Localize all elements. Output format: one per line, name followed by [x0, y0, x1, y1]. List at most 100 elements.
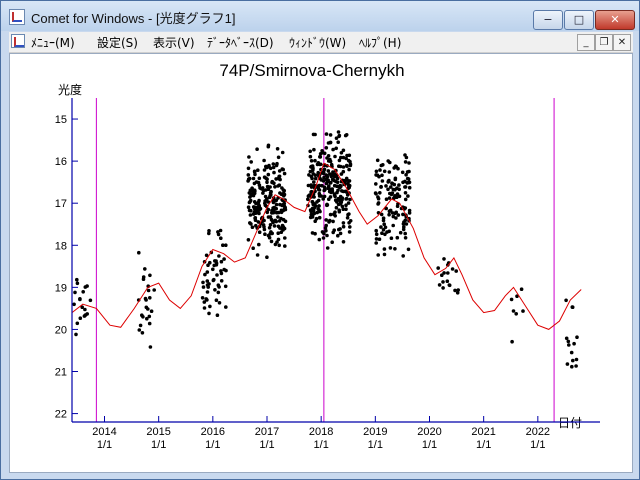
- data-point: [283, 207, 288, 212]
- data-point: [309, 159, 314, 163]
- data-point: [389, 236, 394, 240]
- data-point: [324, 223, 329, 228]
- data-point: [222, 257, 226, 261]
- data-point: [253, 172, 257, 177]
- data-point: [521, 309, 525, 313]
- data-point: [201, 280, 205, 285]
- data-point: [268, 223, 273, 227]
- data-point: [376, 202, 380, 206]
- mdi-restore-button[interactable]: ❐: [595, 34, 613, 51]
- data-point: [281, 191, 286, 196]
- data-point: [270, 208, 274, 213]
- data-point: [388, 246, 393, 250]
- data-point: [308, 149, 313, 154]
- data-point: [384, 197, 389, 201]
- data-point: [219, 259, 224, 264]
- data-point: [253, 189, 257, 193]
- data-point: [374, 169, 379, 174]
- menu-window[interactable]: ｳｨﾝﾄﾞｳ(W): [289, 34, 346, 51]
- data-point: [378, 191, 382, 195]
- data-point: [315, 210, 320, 215]
- y-tick-label: 16: [55, 156, 67, 168]
- menu-menu[interactable]: ﾒﾆｭｰ(M): [31, 34, 75, 51]
- data-point: [74, 332, 78, 337]
- data-point: [565, 362, 570, 366]
- data-point: [149, 309, 154, 313]
- data-point: [308, 154, 313, 159]
- data-point: [387, 212, 391, 217]
- data-point: [246, 238, 251, 242]
- data-point: [311, 166, 315, 171]
- data-point: [446, 271, 450, 275]
- menu-view[interactable]: 表示(V): [153, 34, 195, 51]
- mdi-minimize-button[interactable]: _: [577, 34, 595, 51]
- data-point: [571, 358, 575, 363]
- data-point: [277, 169, 282, 173]
- mdi-document-icon[interactable]: [11, 34, 25, 48]
- data-point: [257, 211, 261, 216]
- data-point: [401, 254, 406, 258]
- data-point: [280, 150, 285, 155]
- data-point: [306, 197, 310, 202]
- data-point: [334, 146, 339, 151]
- data-point: [381, 163, 385, 167]
- data-point: [152, 288, 156, 292]
- data-point: [219, 236, 223, 240]
- data-point: [379, 225, 383, 229]
- menu-database[interactable]: ﾃﾞｰﾀﾍﾞｰｽ(D): [207, 34, 274, 51]
- comet-app-icon[interactable]: [9, 9, 25, 25]
- data-point: [201, 285, 206, 289]
- menu-settings[interactable]: 設定(S): [97, 34, 138, 51]
- data-point: [391, 214, 396, 219]
- close-button[interactable]: ✕: [595, 10, 635, 30]
- data-point: [337, 164, 341, 168]
- y-ticks: 15 16 17 18 19 20 21 22: [55, 114, 78, 421]
- data-point: [250, 186, 254, 190]
- data-point: [388, 160, 392, 165]
- data-point: [341, 224, 346, 229]
- data-point: [200, 296, 205, 300]
- data-point: [277, 183, 282, 187]
- title-bar[interactable]: Comet for Windows - [光度グラフ1] − □ ✕: [1, 1, 639, 31]
- data-point: [268, 193, 272, 198]
- data-point: [347, 212, 351, 216]
- data-point: [283, 244, 287, 248]
- data-point: [393, 247, 397, 251]
- data-point: [347, 183, 351, 188]
- data-point: [216, 290, 221, 295]
- data-point: [336, 140, 341, 144]
- data-point: [441, 280, 445, 284]
- data-point: [378, 168, 382, 172]
- data-point: [266, 172, 271, 177]
- data-point: [312, 147, 316, 152]
- data-point: [207, 282, 211, 286]
- data-point: [148, 296, 152, 300]
- data-point: [78, 316, 83, 321]
- data-point: [273, 185, 277, 189]
- data-point: [329, 174, 334, 179]
- data-point: [574, 357, 579, 362]
- data-point: [276, 231, 281, 235]
- maximize-button[interactable]: □: [564, 10, 594, 30]
- minimize-button[interactable]: −: [533, 10, 563, 30]
- data-point: [317, 215, 322, 220]
- data-point: [148, 273, 152, 278]
- data-point: [272, 170, 276, 175]
- data-point: [402, 225, 406, 229]
- data-point: [213, 288, 217, 292]
- data-point: [514, 312, 518, 316]
- data-point: [325, 202, 329, 207]
- data-point: [316, 161, 321, 165]
- data-point: [75, 321, 80, 326]
- data-point: [257, 230, 262, 234]
- data-point: [146, 288, 151, 293]
- data-point: [318, 155, 322, 159]
- data-point: [337, 133, 342, 138]
- data-point: [333, 154, 337, 159]
- data-point: [274, 202, 279, 207]
- menu-help[interactable]: ﾍﾙﾌﾟ(H): [359, 34, 401, 51]
- mdi-close-button[interactable]: ✕: [613, 34, 631, 51]
- data-point: [379, 185, 383, 189]
- data-point: [266, 215, 271, 219]
- data-point: [403, 153, 407, 157]
